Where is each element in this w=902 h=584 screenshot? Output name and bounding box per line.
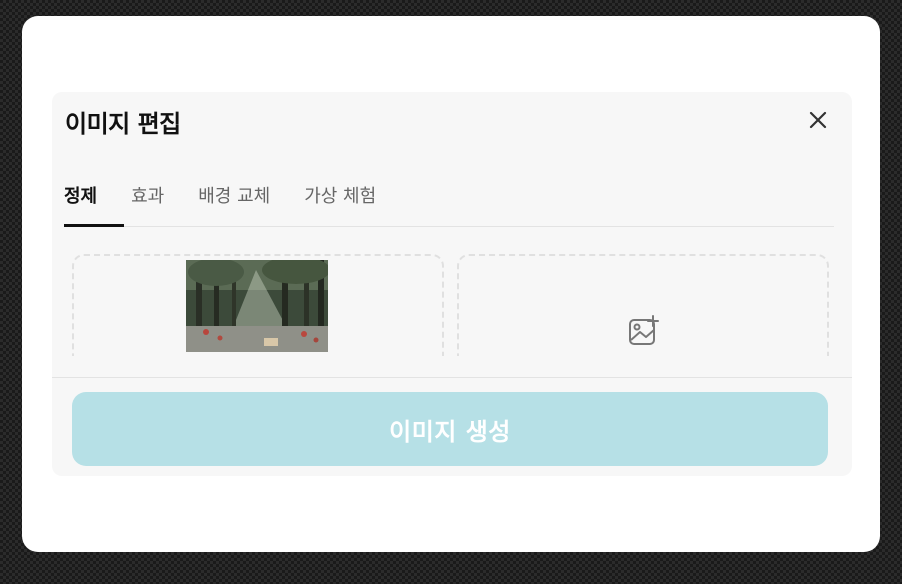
tab-virtual-tryon[interactable]: 가상 체험 xyxy=(304,182,376,226)
generate-image-button[interactable]: 이미지 생성 xyxy=(72,392,828,466)
tab-bar: 정제 효과 배경 교체 가상 체험 xyxy=(64,182,834,227)
close-button[interactable] xyxy=(806,108,830,132)
tab-effects[interactable]: 효과 xyxy=(131,182,164,226)
source-image-panel[interactable] xyxy=(72,254,444,356)
close-icon xyxy=(809,111,827,129)
modal-title: 이미지 편집 xyxy=(65,110,181,138)
image-add-icon xyxy=(629,315,659,345)
result-image-panel[interactable] xyxy=(457,254,829,356)
source-image-thumbnail xyxy=(186,260,328,352)
tab-background-replace[interactable]: 배경 교체 xyxy=(198,182,270,226)
add-image-button[interactable] xyxy=(627,314,661,348)
tab-refine[interactable]: 정제 xyxy=(64,182,125,227)
footer-divider xyxy=(52,377,852,378)
image-edit-modal: 이미지 편집 정제 효과 배경 교체 가상 체험 이미지 생성 xyxy=(52,92,852,476)
app-window: 이미지 편집 정제 효과 배경 교체 가상 체험 이미지 생성 xyxy=(22,16,880,552)
